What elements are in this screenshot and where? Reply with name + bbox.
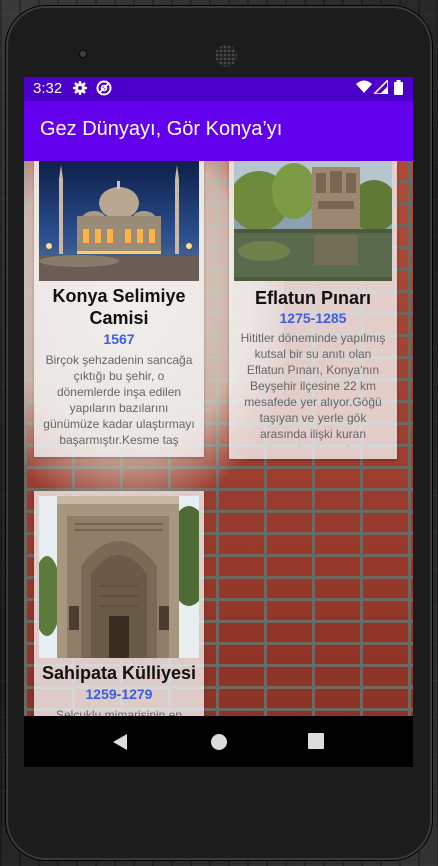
card-title: Sahipata Külliyesi	[41, 663, 197, 683]
place-card[interactable]: Eflatun Pınarı 1275-1285 Hititler dönemi…	[229, 161, 397, 459]
card-description: Hititler döneminde yapılmış kutsal bir s…	[240, 331, 386, 446]
card-year: 1567	[103, 331, 135, 347]
wifi-icon	[356, 80, 372, 97]
carved-stone-portal-photo	[39, 496, 199, 658]
mosque-night-photo	[39, 161, 199, 281]
home-circle-icon	[211, 734, 227, 750]
back-triangle-icon	[113, 734, 127, 750]
front-camera	[78, 49, 88, 59]
status-time: 3:32	[33, 80, 63, 97]
card-year: 1259-1279	[85, 686, 153, 702]
signal-icon	[372, 78, 389, 97]
app-bar: Gez Dünyayı, Gör Konya’yı	[24, 101, 413, 161]
place-card[interactable]: Konya Selimiye Camisi 1567 Birçok şehzad…	[34, 161, 204, 457]
back-button[interactable]	[112, 733, 128, 756]
recents-square-icon	[308, 733, 324, 749]
home-button[interactable]	[210, 733, 228, 756]
card-description: Birçok şehzadenin sancağa çıktığı bu şeh…	[43, 353, 195, 447]
recents-button[interactable]	[308, 733, 324, 754]
app-title: Gez Dünyayı, Gör Konya’yı	[40, 118, 283, 140]
place-card[interactable]: Sahipata Külliyesi 1259-1279 Selçuklu mi…	[34, 491, 204, 716]
device-screen: 3:32 Gez Dünyayı, Gör Konya’yı Konya Sel…	[24, 77, 413, 767]
navigation-bar	[24, 716, 413, 767]
places-grid[interactable]: Konya Selimiye Camisi 1567 Birçok şehzad…	[24, 161, 413, 716]
card-title: Konya Selimiye Camisi	[52, 286, 186, 328]
gear-icon	[72, 80, 88, 99]
status-bar: 3:32	[24, 77, 413, 101]
stone-monument-pond-photo	[234, 161, 392, 281]
card-description: Selçuklu mimarisinin en	[55, 708, 183, 716]
card-title: Eflatun Pınarı	[254, 288, 371, 308]
battery-icon	[394, 80, 403, 98]
earpiece-speaker	[215, 45, 237, 67]
card-year: 1275-1285	[279, 310, 347, 326]
do-not-disturb-icon	[96, 80, 112, 99]
